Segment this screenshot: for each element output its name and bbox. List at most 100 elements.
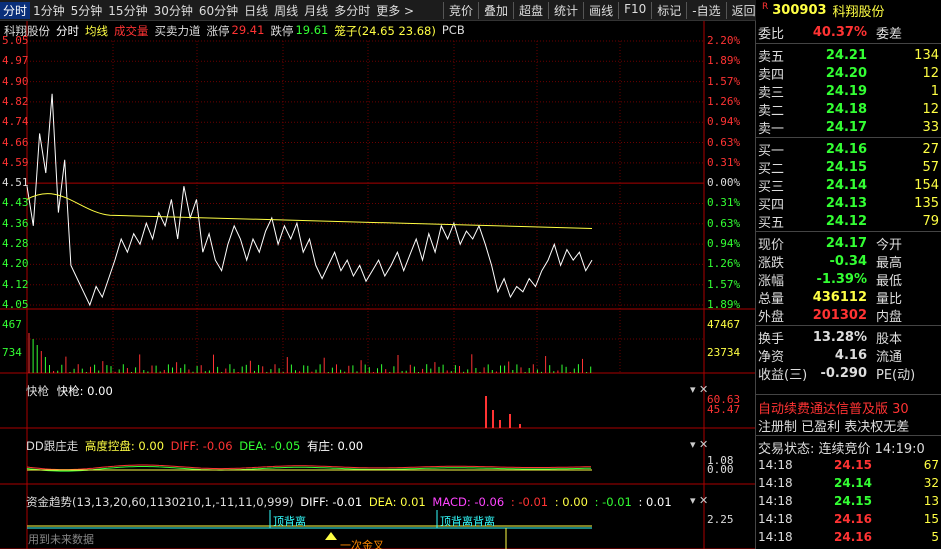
pct-tick-8: 0.31%: [707, 196, 741, 210]
period-tab-9[interactable]: 多分时: [331, 2, 373, 19]
stat-row-0[interactable]: 现价 24.17 今开: [756, 234, 941, 253]
divider: [756, 394, 941, 395]
buy-level-3[interactable]: 买三 24.14 154: [756, 176, 941, 195]
stat-row-0-label: 现价: [758, 237, 785, 253]
function-tab-4[interactable]: 画线: [583, 1, 618, 19]
sell-level-5[interactable]: 卖五 24.21 134: [756, 46, 941, 65]
function-tab-7[interactable]: -自选: [686, 1, 725, 19]
period-tab-4[interactable]: 30分钟: [151, 2, 196, 19]
notice-2[interactable]: 注册制 已盈利 表决权无差: [756, 416, 941, 435]
stat-row-2[interactable]: 涨幅 -1.39% 最低: [756, 270, 941, 289]
ind1-name[interactable]: 快枪: [26, 384, 49, 398]
buy-level-1-label: 买一: [758, 143, 785, 159]
price-tick-0: 5.05: [2, 34, 29, 47]
notice-1-label: 自动续费通达信普及版 30: [758, 401, 909, 417]
sell-level-2[interactable]: 卖二 24.18 12: [756, 100, 941, 119]
sell-level-4[interactable]: 卖四 24.20 12: [756, 64, 941, 83]
ind3-header: 资金趋势(13,13,20,60,1130210,1,-11,11,0,999)…: [26, 494, 672, 510]
function-tabs: 竞价 叠加 超盘 统计 画线 F10 标记 -自选 返回: [443, 1, 761, 19]
period-tab-3[interactable]: 15分钟: [105, 2, 150, 19]
buy-level-1[interactable]: 买一 24.16 27: [756, 140, 941, 159]
legend-cage: 笼子(24.65 23.68): [334, 24, 436, 38]
period-tab-0[interactable]: 分时: [0, 1, 31, 19]
trade-status[interactable]: 交易状态: 连续竞价 14:19:0: [756, 438, 941, 457]
price-tick-9: 4.36: [2, 216, 29, 230]
pct-tick-1: 1.89%: [707, 54, 741, 68]
ind1-controls[interactable]: ▾ ✕: [690, 383, 708, 396]
stat2-row-1-label: 净资: [758, 349, 785, 365]
stat2-row-1-value: 4.16: [834, 347, 867, 363]
buy-level-5-label: 买五: [758, 215, 785, 231]
tick-trade-row: 14:18 24.14 32: [756, 476, 941, 494]
ind2-diff: DIFF: -0.06: [170, 439, 233, 453]
function-tab-1[interactable]: 叠加: [478, 1, 513, 19]
ind2-name[interactable]: DD跟庄走: [26, 439, 78, 453]
period-tab-7[interactable]: 周线: [271, 2, 301, 19]
sell-level-3[interactable]: 卖三 24.19 1: [756, 82, 941, 101]
legend-mode[interactable]: 分时: [56, 23, 79, 39]
function-tab-6[interactable]: 标记: [651, 1, 686, 19]
stat-row-3-label: 总量: [758, 291, 785, 307]
buy-level-4[interactable]: 买四 24.13 135: [756, 194, 941, 213]
buy-level-5-value: 24.12: [825, 213, 867, 229]
legend-volume[interactable]: 成交量: [114, 23, 149, 39]
function-tab-3[interactable]: 统计: [548, 1, 583, 19]
chart-canvas[interactable]: [0, 21, 755, 549]
buy-level-3-label: 买三: [758, 179, 785, 195]
stat2-row-0-label: 换手: [758, 331, 785, 347]
weibi-row[interactable]: 委比 40.37% 委差: [756, 23, 941, 42]
ind2-hl: 高度控盘: 0.00: [84, 439, 165, 453]
stat2-row-1[interactable]: 净资 4.16 流通: [756, 346, 941, 365]
function-tab-0[interactable]: 竞价: [443, 1, 478, 19]
average-line: [26, 193, 593, 229]
stat2-row-0-label2: 股本: [876, 331, 903, 347]
buy-level-2-label: 买二: [758, 161, 785, 177]
legend-avg[interactable]: 均线: [85, 23, 108, 39]
ind3-v3: : -0.01: [594, 495, 632, 509]
pct-tick-2: 1.57%: [707, 74, 741, 88]
buy-level-5[interactable]: 买五 24.12 79: [756, 212, 941, 231]
ind1-line: 快枪: 0.00: [56, 384, 113, 398]
tick-volume: 15: [923, 512, 939, 526]
buy-level-2[interactable]: 买二 24.15 57: [756, 158, 941, 177]
buy-level-2-value: 24.15: [825, 159, 867, 175]
ind3-name[interactable]: 资金趋势(13,13,20,60,1130210,1,-11,11,0,999): [26, 495, 294, 509]
period-tab-8[interactable]: 月线: [301, 2, 331, 19]
stat-row-4[interactable]: 外盘 201302 内盘: [756, 306, 941, 325]
buy-level-4-value: 24.13: [825, 195, 867, 211]
ind2-controls[interactable]: ▾ ✕: [690, 438, 708, 451]
tick-price: 24.14: [834, 476, 872, 490]
ind3-tag2: 顶背离背离: [440, 515, 495, 528]
price-tick-13: 4.05: [2, 298, 29, 311]
price-tick-7: 4.51: [2, 176, 29, 190]
period-tab-10[interactable]: 更多 >: [373, 2, 417, 19]
stat-row-3[interactable]: 总量 436112 量比: [756, 288, 941, 307]
sell-level-1[interactable]: 卖一 24.17 33: [756, 118, 941, 137]
period-tab-2[interactable]: 5分钟: [68, 2, 106, 19]
notice-1[interactable]: 自动续费通达信普及版 30: [756, 398, 941, 417]
function-tab-2[interactable]: 超盘: [513, 1, 548, 19]
ind3-controls[interactable]: ▾ ✕: [690, 494, 708, 507]
stat-row-1[interactable]: 涨跌 -0.34 最高: [756, 252, 941, 271]
tick-volume: 67: [923, 458, 939, 472]
pct-tick-5: 0.63%: [707, 135, 741, 149]
buy-level-4-volume: 135: [914, 195, 939, 211]
period-tab-5[interactable]: 60分钟: [196, 2, 241, 19]
legend-force[interactable]: 买卖力道: [155, 23, 201, 39]
intraday-chart[interactable]: 科翔股份 分时 均线 成交量 买卖力道 涨停 29.41 跌停 19.61 笼子…: [0, 21, 756, 549]
period-tab-6[interactable]: 日线: [241, 2, 271, 19]
vol-axis-left-mid: 734: [2, 346, 22, 359]
stat-row-1-label2: 最高: [876, 255, 903, 271]
tick-volume: 32: [923, 476, 939, 490]
sell-level-3-volume: 1: [930, 83, 939, 99]
ind3-macd: MACD: -0.06: [432, 495, 505, 509]
stat2-row-0[interactable]: 换手 13.28% 股本: [756, 328, 941, 347]
stat2-row-2[interactable]: 收益(三) -0.290 PE(动): [756, 364, 941, 383]
ind2-zz: 有庄: 0.00: [306, 439, 364, 453]
legend-sector[interactable]: PCB: [442, 23, 465, 39]
price-line: [26, 93, 593, 307]
sell-level-1-label: 卖一: [758, 121, 785, 137]
function-tab-5[interactable]: F10: [618, 1, 651, 19]
sell-level-5-label: 卖五: [758, 49, 785, 65]
period-tab-1[interactable]: 1分钟: [30, 2, 68, 19]
